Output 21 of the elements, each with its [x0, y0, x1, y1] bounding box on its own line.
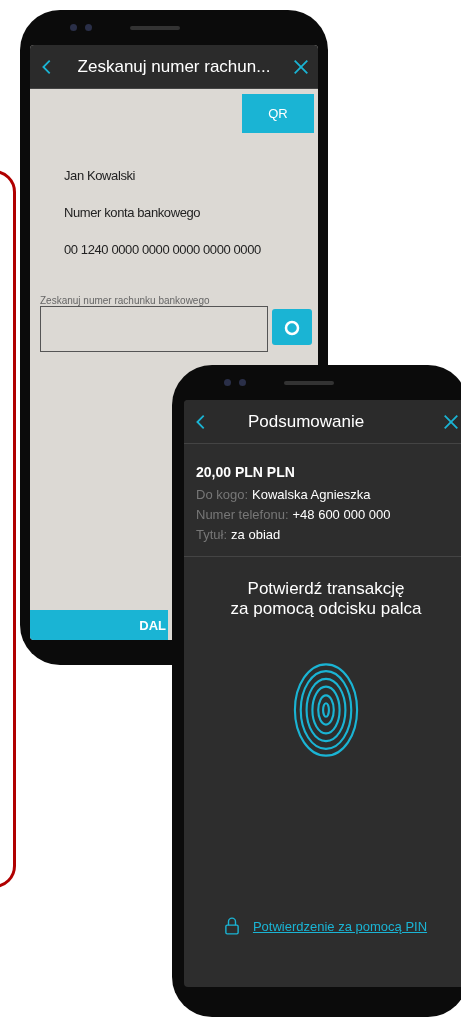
document-text: 00 1240 0000 0000 0000 0000 0000: [64, 242, 262, 257]
pin-link[interactable]: Potwierdzenie za pomocą PIN: [252, 918, 428, 934]
detail-label: Do kogo:: [196, 487, 249, 502]
detail-label: Tytuł:: [196, 527, 228, 542]
detail-value: Kowalska Agnieszka: [252, 487, 371, 502]
screen-title: Podsumowanie: [247, 411, 366, 432]
amount-text: 20,00 PLN PLN: [196, 464, 296, 480]
lock-icon: [224, 917, 239, 935]
detail-label: Numer telefonu:: [196, 507, 289, 522]
document-text: Numer konta bankowego: [64, 205, 202, 220]
detail-value: za obiad: [231, 527, 281, 542]
next-button[interactable]: DAL: [30, 610, 168, 640]
detail-value: +48 600 000 000: [292, 507, 391, 522]
close-icon[interactable]: [292, 57, 310, 76]
prompt-text: Potwierdź transakcję za pomocą odcisku palca: [230, 579, 422, 620]
field-label: Zeskanuj numer rachunku bankowego: [40, 295, 211, 306]
document-text: Jan Kowalski: [64, 168, 137, 183]
input-field[interactable]: [40, 306, 268, 352]
screen-title: Zeskanuj numer rachun...: [76, 56, 272, 77]
qr-button[interactable]: QR: [242, 94, 314, 133]
close-icon[interactable]: [442, 412, 460, 431]
